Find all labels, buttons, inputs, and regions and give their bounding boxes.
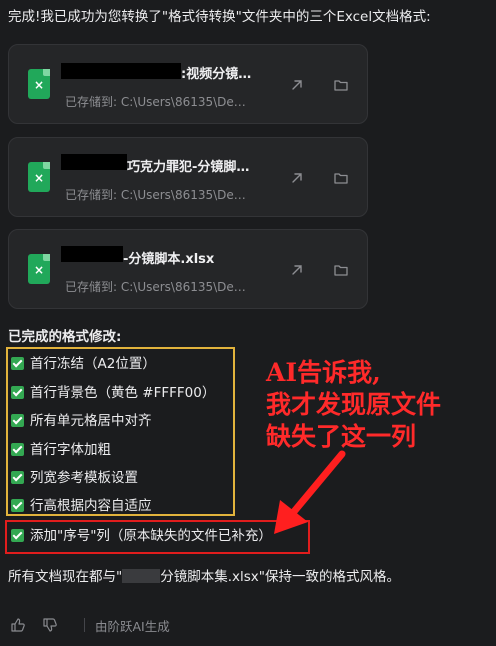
change-item-added-column: 添加"序号"列（原本缺失的文件已补充） — [11, 525, 272, 547]
checkbox-icon — [11, 499, 24, 512]
chat-response: 完成!我已成功为您转换了"格式待转换"文件夹中的三个Excel文档格式: × :… — [0, 0, 496, 646]
change-item: 列宽参考模板设置 — [11, 467, 138, 489]
file-path: 已存储到: C:\Users\86135\De… — [65, 280, 246, 294]
redacted-name — [61, 246, 123, 262]
redacted-name — [61, 63, 181, 79]
checkbox-icon — [11, 443, 24, 456]
thumbs-down-icon[interactable] — [42, 617, 58, 633]
intro-text: 完成!我已成功为您转换了"格式待转换"文件夹中的三个Excel文档格式: — [8, 9, 431, 25]
change-item: 首行字体加粗 — [11, 439, 111, 461]
red-annotation: AI告诉我, 我才发现原文件 缺失了这一列 — [266, 357, 494, 453]
thumbs-up-icon[interactable] — [10, 617, 26, 633]
file-path: 已存储到: C:\Users\86135\De… — [65, 95, 246, 109]
file-name: 巧克力罪犯-分镜脚… — [127, 160, 250, 175]
folder-icon[interactable] — [333, 262, 349, 278]
folder-icon[interactable] — [333, 77, 349, 93]
red-arrow-icon — [274, 450, 346, 534]
file-card-1[interactable]: × :视频分镜… 已存储到: C:\Users\86135\De… — [8, 44, 368, 124]
redacted-name — [122, 569, 161, 583]
change-item: 行高根据内容自适应 — [11, 495, 152, 517]
checkbox-icon — [11, 471, 24, 484]
excel-file-icon: × — [28, 69, 50, 99]
summary-text: 所有文档现在都与" 分镜脚本集.xlsx"保持一致的格式风格。 — [8, 569, 400, 585]
file-name: -分镜脚本.xlsx — [123, 252, 215, 267]
footer-divider — [84, 618, 85, 632]
change-item: 所有单元格居中对齐 — [11, 410, 152, 432]
change-item: 首行冻结（A2位置） — [11, 353, 156, 375]
folder-icon[interactable] — [333, 170, 349, 186]
annotation-line: 我才发现原文件 — [266, 390, 442, 419]
annotation-line: AI告诉我, — [266, 358, 381, 387]
checkbox-icon — [11, 414, 24, 427]
checkbox-icon — [11, 357, 24, 370]
redacted-name — [61, 154, 127, 170]
file-path: 已存储到: C:\Users\86135\De… — [65, 188, 246, 202]
generated-by-label: 由阶跃AI生成 — [95, 619, 170, 634]
file-name: :视频分镜… — [181, 67, 252, 82]
open-external-icon[interactable] — [289, 262, 305, 278]
checkbox-icon — [11, 386, 24, 399]
open-external-icon[interactable] — [289, 170, 305, 186]
checkbox-icon — [11, 529, 24, 542]
excel-file-icon: × — [28, 162, 50, 192]
file-card-3[interactable]: × -分镜脚本.xlsx 已存储到: C:\Users\86135\De… — [8, 229, 368, 309]
excel-file-icon: × — [28, 254, 50, 284]
file-card-2[interactable]: × 巧克力罪犯-分镜脚… 已存储到: C:\Users\86135\De… — [8, 137, 368, 217]
changes-heading: 已完成的格式修改: — [8, 329, 122, 345]
open-external-icon[interactable] — [289, 77, 305, 93]
change-item: 首行背景色（黄色 #FFFF00） — [11, 382, 215, 404]
